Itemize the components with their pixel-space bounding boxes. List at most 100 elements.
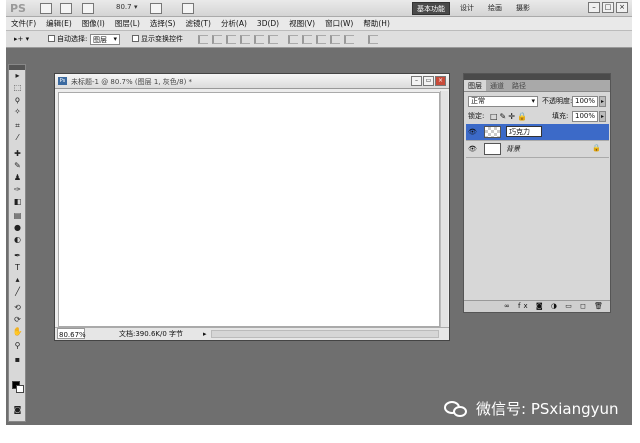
distribute-left-icon[interactable] xyxy=(330,35,340,44)
menu-view[interactable]: 视图(V) xyxy=(284,17,320,30)
distribute-top-icon[interactable] xyxy=(288,35,298,44)
healing-brush-icon[interactable]: ✚ xyxy=(12,149,23,158)
quick-mask-icon[interactable]: ◙ xyxy=(12,405,23,414)
dodge-tool-icon[interactable]: ◐ xyxy=(12,235,23,244)
type-tool-icon[interactable]: T xyxy=(12,263,23,272)
close-icon[interactable]: × xyxy=(616,2,628,13)
3d-rotate-icon[interactable]: ⟲ xyxy=(12,303,23,312)
eye-icon[interactable]: 👁 xyxy=(468,128,477,136)
history-brush-icon[interactable]: ✑ xyxy=(12,185,23,194)
show-transform-label: 显示变换控件 xyxy=(141,35,183,43)
opacity-label: 不透明度: xyxy=(542,97,573,105)
eyedropper-icon[interactable]: ⁄ xyxy=(12,133,23,142)
menu-filter[interactable]: 滤镜(T) xyxy=(181,17,216,30)
fill-field[interactable]: 100% xyxy=(572,111,598,122)
toolbox-grip[interactable] xyxy=(9,65,25,70)
tab-channels[interactable]: 通道 xyxy=(486,80,508,91)
maximize-icon[interactable]: □ xyxy=(602,2,614,13)
document-canvas[interactable] xyxy=(58,92,440,327)
layer-name-input[interactable]: 巧克力 xyxy=(506,126,542,137)
menu-file[interactable]: 文件(F) xyxy=(6,17,41,30)
lasso-tool-icon[interactable]: ϙ xyxy=(12,95,23,104)
workspace-design[interactable]: 设计 xyxy=(456,2,478,15)
opacity-arrow-icon[interactable]: ▸ xyxy=(599,96,606,107)
layer-row-background[interactable]: 👁 背景 🔒 xyxy=(466,141,609,158)
align-bottom-icon[interactable] xyxy=(226,35,236,44)
document-close-icon[interactable]: × xyxy=(435,76,446,86)
status-menu-arrow-icon[interactable]: ▸ xyxy=(203,328,207,340)
layer-row-chocolate[interactable]: 👁 巧克力 xyxy=(466,124,609,141)
move-tool-icon[interactable]: ▸ xyxy=(12,71,23,80)
bridge-icon[interactable] xyxy=(40,3,52,14)
menu-image[interactable]: 图像(I) xyxy=(77,17,110,30)
document-minimize-icon[interactable]: – xyxy=(411,76,422,86)
panel-tabs: 图层 通道 路径 xyxy=(464,80,610,92)
auto-select-dropdown[interactable]: 图层 xyxy=(90,34,120,46)
menu-layer[interactable]: 图层(L) xyxy=(110,17,145,30)
horizontal-scrollbar[interactable] xyxy=(211,330,439,338)
auto-align-icon[interactable] xyxy=(368,35,378,44)
arrange-documents-icon[interactable] xyxy=(150,3,162,14)
layer-name: 背景 xyxy=(506,145,520,153)
blur-tool-icon[interactable]: ● xyxy=(12,223,23,232)
menu-3d[interactable]: 3D(D) xyxy=(252,17,284,30)
minimize-icon[interactable]: – xyxy=(588,2,600,13)
distribute-vcenter-icon[interactable] xyxy=(302,35,312,44)
distribute-bottom-icon[interactable] xyxy=(316,35,326,44)
workspace-essentials[interactable]: 基本功能 xyxy=(412,2,450,15)
fill-arrow-icon[interactable]: ▸ xyxy=(599,111,606,122)
show-transform-checkbox[interactable]: 显示变换控件 xyxy=(132,34,183,45)
view-extras-icon[interactable] xyxy=(82,3,94,14)
eraser-icon[interactable]: ◧ xyxy=(12,197,23,206)
zoom-level[interactable]: 80.7 xyxy=(116,3,132,14)
menu-window[interactable]: 窗口(W) xyxy=(320,17,358,30)
menu-select[interactable]: 选择(S) xyxy=(145,17,181,30)
align-left-icon[interactable] xyxy=(240,35,250,44)
align-vcenter-icon[interactable] xyxy=(212,35,222,44)
path-selection-icon[interactable]: ▴ xyxy=(12,275,23,284)
blend-mode-dropdown[interactable]: 正常 xyxy=(468,96,538,107)
distribute-right-icon[interactable] xyxy=(344,35,354,44)
gradient-tool-icon[interactable]: ▤ xyxy=(12,211,23,220)
menu-edit[interactable]: 编辑(E) xyxy=(41,17,77,30)
tab-layers[interactable]: 图层 xyxy=(464,80,486,91)
hand-tool-icon[interactable]: ✋ xyxy=(12,327,23,336)
align-right-icon[interactable] xyxy=(268,35,278,44)
crop-tool-icon[interactable]: ⌗ xyxy=(12,121,23,130)
shape-tool-icon[interactable]: ╱ xyxy=(12,287,23,296)
clone-stamp-icon[interactable]: ♟ xyxy=(12,173,23,182)
workspace-painting[interactable]: 绘画 xyxy=(484,2,506,15)
brush-tool-icon[interactable]: ✎ xyxy=(12,161,23,170)
lock-options-icons[interactable]: □✎✛🔒 xyxy=(490,112,529,121)
zoom-tool-icon[interactable]: ⚲ xyxy=(12,341,23,350)
document-window-controls: – ▭ × xyxy=(411,76,446,86)
workspace-photography[interactable]: 摄影 xyxy=(512,2,534,15)
background-color-swatch[interactable] xyxy=(16,385,24,393)
minibridge-icon[interactable] xyxy=(60,3,72,14)
default-colors-icon[interactable]: ▪ xyxy=(12,355,23,364)
document-status-bar: 80.67% 文档:390.6K/0 字节 ▸ xyxy=(55,327,449,340)
marquee-tool-icon[interactable]: ⬚ xyxy=(12,83,23,92)
eye-icon[interactable]: 👁 xyxy=(468,145,477,153)
layers-panel: 图层 通道 路径 正常 不透明度: 100% ▸ 锁定: □✎✛🔒 填充: 10… xyxy=(463,73,611,313)
pen-tool-icon[interactable]: ✒ xyxy=(12,251,23,260)
document-title-bar[interactable]: Ps 未标题-1 @ 80.7% (图层 1, 灰色/8) * – ▭ × xyxy=(55,74,449,89)
align-top-icon[interactable] xyxy=(198,35,208,44)
zoom-field[interactable]: 80.67% xyxy=(57,328,86,339)
opacity-field[interactable]: 100% xyxy=(572,96,598,107)
chevron-down-icon[interactable]: ▾ xyxy=(134,3,138,14)
window-controls: – □ × xyxy=(588,2,628,13)
align-hcenter-icon[interactable] xyxy=(254,35,264,44)
magic-wand-icon[interactable]: ✧ xyxy=(12,107,23,116)
tab-paths[interactable]: 路径 xyxy=(508,80,530,91)
menu-analysis[interactable]: 分析(A) xyxy=(216,17,252,30)
menu-help[interactable]: 帮助(H) xyxy=(358,17,395,30)
vertical-scrollbar[interactable] xyxy=(440,91,448,328)
lock-icon: 🔒 xyxy=(592,144,601,152)
document-restore-icon[interactable]: ▭ xyxy=(423,76,434,86)
screen-mode-icon[interactable] xyxy=(182,3,194,14)
move-tool-preset-icon[interactable]: ▸+ ▾ xyxy=(14,34,29,45)
3d-orbit-icon[interactable]: ⟳ xyxy=(12,315,23,324)
panel-footer-icons[interactable]: ∞ fx ◙ ◑ ▭ ◻ 🗑 xyxy=(464,300,610,312)
auto-select-checkbox[interactable]: 自动选择: xyxy=(48,34,87,45)
